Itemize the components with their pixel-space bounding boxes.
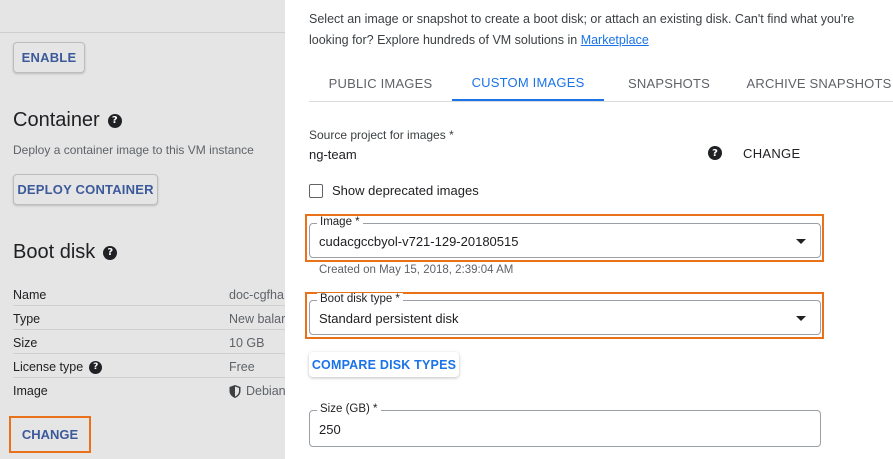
image-select-value: cudacgccbyol-v721-129-20180515 [319, 234, 519, 249]
size-input[interactable]: Size (GB) * 250 [309, 403, 821, 447]
image-created-hint: Created on May 15, 2018, 2:39:04 AM [319, 264, 514, 276]
boot-disk-type-value: Standard persistent disk [319, 311, 459, 326]
help-icon[interactable]: ? [107, 113, 122, 128]
dropdown-arrow-icon [796, 316, 806, 321]
image-select-label: Image * [317, 216, 363, 228]
detail-value: Free [229, 360, 255, 374]
size-input-value[interactable]: 250 [319, 422, 341, 437]
change-project-button[interactable]: CHANGE [743, 146, 800, 161]
detail-key: Image [13, 384, 48, 398]
detail-key: Type [13, 312, 41, 326]
intro-text: Select an image or snapshot to create a … [309, 9, 879, 51]
container-description: Deploy a container image to this VM inst… [13, 143, 254, 157]
deprecated-images-label: Show deprecated images [332, 183, 479, 198]
detail-key-license: License type ? [13, 360, 103, 374]
boot-disk-type-select[interactable]: Boot disk type * Standard persistent dis… [309, 293, 821, 335]
image-select[interactable]: Image * cudacgccbyol-v721-129-20180515 [309, 216, 821, 258]
marketplace-link[interactable]: Marketplace [581, 33, 649, 47]
background-page: ENABLE Container ? Deploy a container im… [0, 0, 285, 459]
tab-archive-snapshots[interactable]: ARCHIVE SNAPSHOTS [734, 66, 893, 101]
detail-key: Size [13, 336, 38, 350]
boot-disk-type-label: Boot disk type * [317, 293, 403, 305]
dropdown-arrow-icon [796, 239, 806, 244]
deprecated-images-row[interactable]: Show deprecated images [309, 183, 479, 198]
tab-custom-images[interactable]: CUSTOM IMAGES [452, 66, 604, 101]
detail-key: Name [13, 288, 47, 302]
help-icon[interactable]: ? [89, 360, 103, 374]
source-project-value: ng-team [309, 147, 357, 162]
tab-snapshots[interactable]: SNAPSHOTS [604, 66, 734, 101]
deploy-container-button[interactable]: DEPLOY CONTAINER [13, 174, 158, 205]
detail-value-image: Debian [229, 384, 285, 398]
boot-disk-title-text: Boot disk [13, 241, 96, 263]
container-section-title: Container ? [13, 109, 122, 132]
detail-value: 10 GB [229, 336, 265, 350]
enable-button[interactable]: ENABLE [13, 42, 85, 73]
detail-value: New balar [229, 312, 285, 326]
shield-icon [229, 384, 241, 398]
tab-public-images[interactable]: PUBLIC IMAGES [309, 66, 452, 101]
detail-row-name: Name doc-cgfha [13, 282, 285, 306]
compare-disk-types-button[interactable]: COMPARE DISK TYPES [309, 352, 459, 377]
change-boot-disk-button[interactable]: CHANGE [9, 416, 91, 453]
divider [0, 32, 285, 33]
image-source-tabs: PUBLIC IMAGES CUSTOM IMAGES SNAPSHOTS AR… [309, 66, 893, 102]
detail-value-text: Debian [246, 384, 285, 398]
detail-value: doc-cgfha [229, 288, 284, 302]
size-input-label: Size (GB) * [317, 403, 381, 415]
detail-row-license: License type ? Free [13, 354, 285, 378]
detail-row-type: Type New balar [13, 306, 285, 330]
container-title-text: Container [13, 109, 100, 131]
help-icon[interactable]: ? [103, 245, 118, 260]
boot-disk-panel: Select an image or snapshot to create a … [285, 0, 893, 459]
detail-row-size: Size 10 GB [13, 330, 285, 354]
deprecated-images-checkbox[interactable] [309, 183, 323, 198]
boot-disk-section-title: Boot disk ? [13, 241, 118, 264]
detail-key-text: License type [13, 360, 84, 374]
detail-row-image: Image Debian [13, 378, 285, 402]
help-icon[interactable]: ? [708, 146, 722, 160]
source-project-label: Source project for images * [309, 128, 454, 142]
